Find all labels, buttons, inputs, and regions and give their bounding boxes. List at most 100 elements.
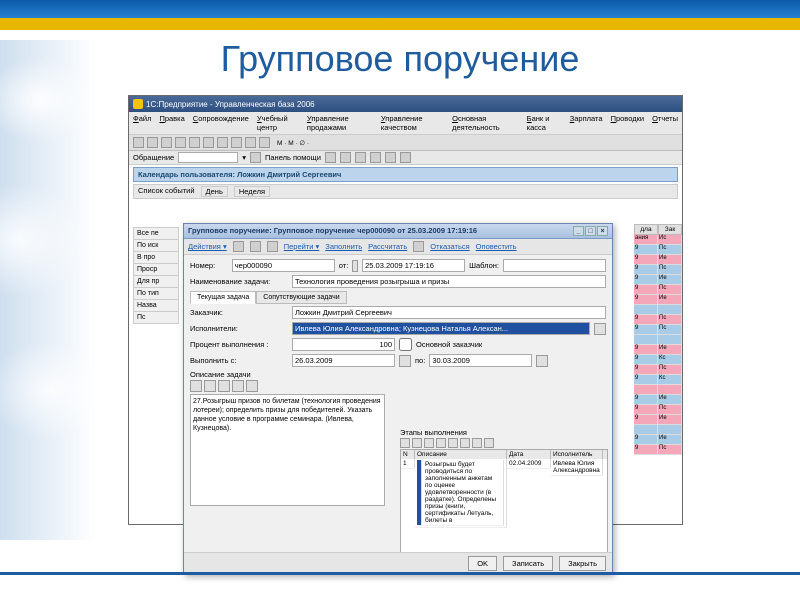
grid-row[interactable]: 9Пс [634, 245, 682, 255]
calendar-icon[interactable] [399, 355, 411, 367]
toolbar-icon[interactable] [340, 152, 351, 163]
date-field[interactable] [362, 259, 465, 272]
left-filter-tabs[interactable]: Все пеПо искВ проПросрДля прПо типНазваП… [133, 227, 179, 323]
event-bar[interactable]: Список событий День Неделя [133, 184, 678, 199]
menu-item[interactable]: Сопровождение [193, 114, 249, 132]
stage-tool-icon[interactable] [424, 438, 434, 448]
panel-icon[interactable] [250, 152, 261, 163]
task-tabs[interactable]: Текущая задача Сопутствующие задачи [190, 291, 606, 304]
menu-item[interactable]: Учебный центр [257, 114, 299, 132]
edit-icon[interactable] [204, 380, 216, 392]
grid-row[interactable]: анияИс [634, 235, 682, 245]
day-tab[interactable]: День [201, 186, 228, 197]
stages-grid[interactable]: N Описание Дата Исполнитель 1 Розыгрыш б… [400, 449, 608, 558]
edit-icon[interactable] [190, 380, 202, 392]
grid-row[interactable]: 9Пс [634, 405, 682, 415]
fill-button[interactable]: Заполнить [325, 242, 362, 251]
toolbar-icon[interactable] [217, 137, 228, 148]
stage-tool-icon[interactable] [412, 438, 422, 448]
menu-item[interactable]: Зарплата [570, 114, 603, 132]
toolbar-icon[interactable] [413, 241, 424, 252]
toolbar-icon[interactable] [161, 137, 172, 148]
related-tasks-tab[interactable]: Сопутствующие задачи [256, 291, 346, 304]
edit-icon[interactable] [246, 380, 258, 392]
menu-item[interactable]: Основная деятельность [452, 114, 519, 132]
subbar[interactable]: Обращение ▾ Панель помощи [129, 151, 682, 165]
menu-item[interactable]: Проводки [611, 114, 645, 132]
stage-tool-icon[interactable] [460, 438, 470, 448]
grid-row[interactable]: 9Ие [634, 295, 682, 305]
toolbar-icon[interactable] [250, 241, 261, 252]
stage-tool-icon[interactable] [436, 438, 446, 448]
grid-row[interactable]: 9Ие [634, 345, 682, 355]
event-list[interactable]: Список событий [138, 186, 195, 197]
save-button[interactable]: Записать [503, 556, 553, 571]
toolbar-icon[interactable] [233, 241, 244, 252]
refuse-button[interactable]: Отказаться [430, 242, 469, 251]
main-toolbar[interactable]: M · M · ∅ · [129, 135, 682, 151]
template-field[interactable] [503, 259, 606, 272]
close-button[interactable]: Закрыть [559, 556, 606, 571]
taskname-field[interactable] [292, 275, 606, 288]
toolbar-icon[interactable] [231, 137, 242, 148]
number-field[interactable] [232, 259, 335, 272]
toolbar-icon[interactable] [203, 137, 214, 148]
grid-row[interactable]: 9Кс [634, 355, 682, 365]
calendar-icon[interactable] [352, 260, 358, 272]
stage-row[interactable]: 1 Розыгрыш будет проводиться по заполнен… [401, 459, 607, 557]
toolbar-icon[interactable] [400, 152, 411, 163]
executors-field[interactable] [292, 322, 590, 335]
minimize-icon[interactable]: _ [573, 226, 584, 236]
toolbar-icon[interactable] [259, 137, 270, 148]
from-date-field[interactable] [292, 354, 395, 367]
menu-item[interactable]: Отчеты [652, 114, 678, 132]
grid-row[interactable]: 9Ие [634, 255, 682, 265]
grid-row[interactable]: 9Кс [634, 375, 682, 385]
edit-icon[interactable] [232, 380, 244, 392]
toolbar-icon[interactable] [370, 152, 381, 163]
toolbar-icon[interactable] [385, 152, 396, 163]
toolbar-icon[interactable] [147, 137, 158, 148]
week-tab[interactable]: Неделя [234, 186, 270, 197]
to-date-field[interactable] [429, 354, 532, 367]
stage-tool-icon[interactable] [448, 438, 458, 448]
grid-row[interactable]: 9Ие [634, 415, 682, 425]
toolbar-icon[interactable] [355, 152, 366, 163]
grid-row[interactable]: 9Ие [634, 395, 682, 405]
percent-field[interactable] [292, 338, 395, 351]
menu-item[interactable]: Файл [133, 114, 151, 132]
toolbar-icon[interactable] [175, 137, 186, 148]
calendar-icon[interactable] [536, 355, 548, 367]
toolbar-icon[interactable] [267, 241, 278, 252]
description-textarea[interactable]: 27.Розыгрыш призов по билетам (технологи… [190, 394, 385, 506]
grid-row[interactable]: 9Пс [634, 445, 682, 455]
grid-row[interactable]: 9Ие [634, 275, 682, 285]
stage-tool-icon[interactable] [400, 438, 410, 448]
maximize-icon[interactable]: □ [585, 226, 596, 236]
toolbar-icon[interactable] [189, 137, 200, 148]
customer-field[interactable] [292, 306, 606, 319]
subbar-input[interactable] [178, 152, 238, 163]
grid-row[interactable]: 9Ие [634, 435, 682, 445]
grid-row[interactable]: 9Пс [634, 315, 682, 325]
toolbar-icon[interactable] [325, 152, 336, 163]
calc-button[interactable]: Рассчитать [368, 242, 407, 251]
stage-tool-icon[interactable] [484, 438, 494, 448]
menu-item[interactable]: Правка [159, 114, 184, 132]
menu-item[interactable]: Банк и касса [527, 114, 562, 132]
main-customer-checkbox[interactable] [399, 338, 412, 351]
grid-row[interactable]: 9Пс [634, 365, 682, 375]
menu-item[interactable]: Управление продажами [307, 114, 373, 132]
toolbar-icon[interactable] [245, 137, 256, 148]
dialog-toolbar[interactable]: Действия ▾ Перейти ▾ Заполнить Рассчитат… [184, 239, 612, 255]
actions-menu[interactable]: Действия ▾ [188, 242, 227, 251]
menubar[interactable]: Файл Правка Сопровождение Учебный центр Упра… [129, 112, 682, 135]
pick-icon[interactable] [594, 323, 606, 335]
current-task-tab[interactable]: Текущая задача [190, 291, 256, 304]
panel-help[interactable]: Панель помощи [265, 153, 321, 162]
edit-icon[interactable] [218, 380, 230, 392]
stages-toolbar[interactable] [400, 438, 608, 448]
grid-row[interactable] [634, 305, 682, 315]
grid-row[interactable]: 9Пс [634, 265, 682, 275]
grid-row[interactable]: 9Пс [634, 285, 682, 295]
